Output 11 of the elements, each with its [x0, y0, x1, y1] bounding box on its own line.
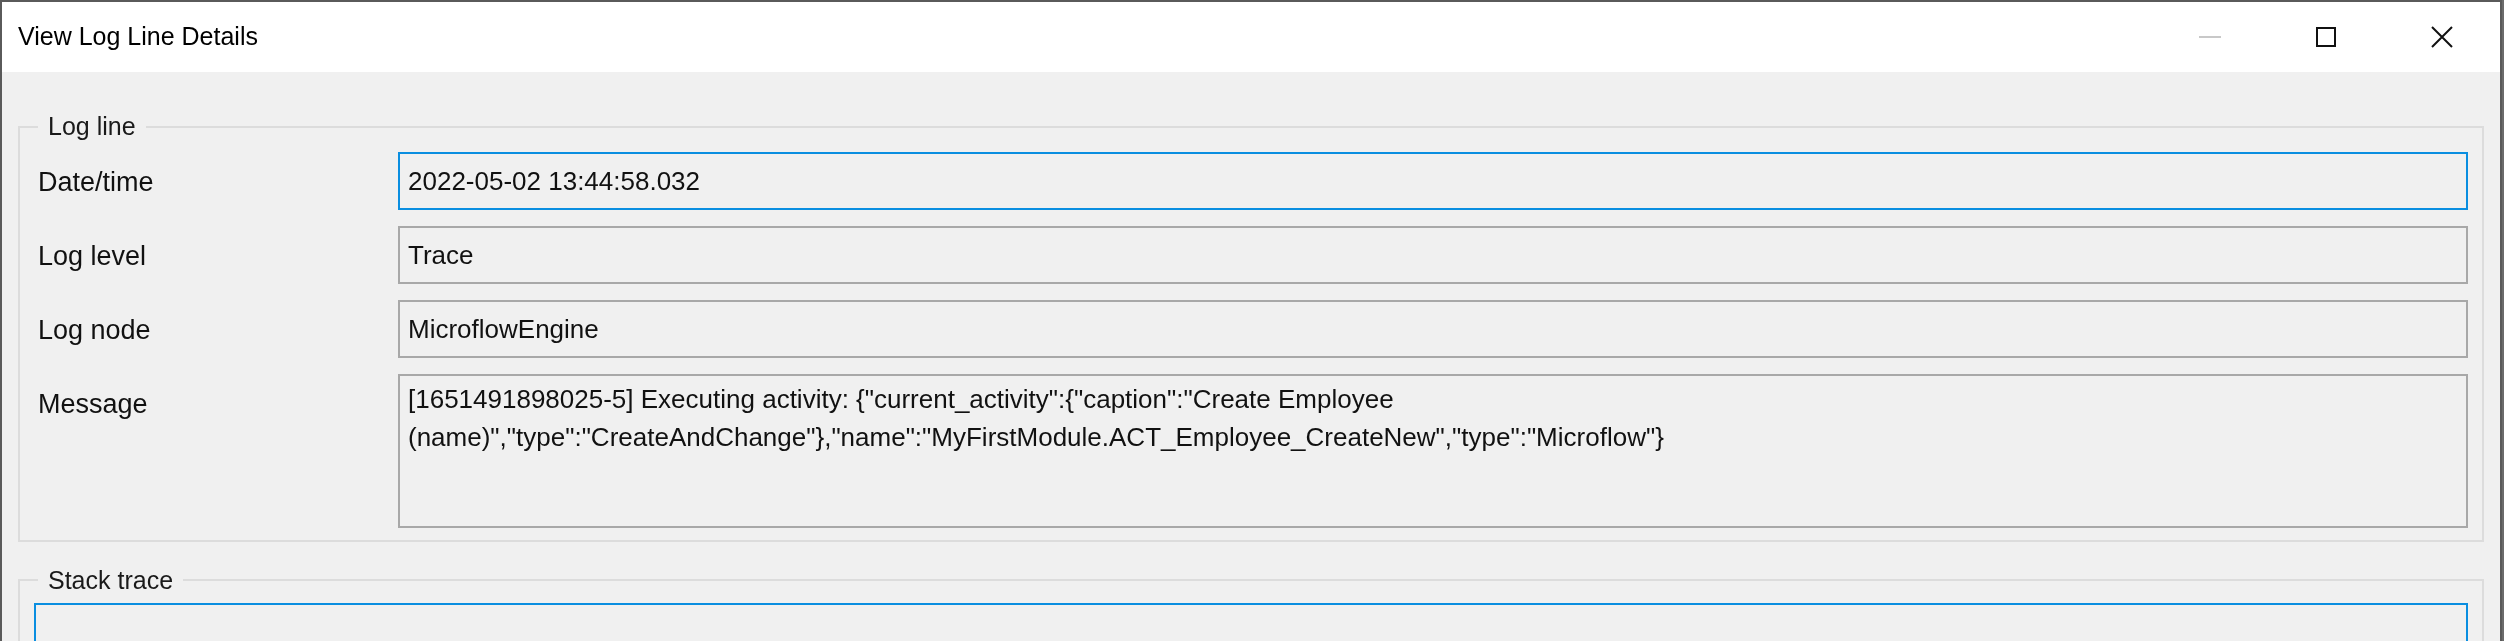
field-label: Log level — [37, 239, 148, 273]
text-field[interactable]: Trace — [398, 225, 2468, 284]
message-field[interactable]: [1651491898025-5] Executing activity: {"current_activity":{"caption":"Create Employee (name)","type":"CreateAndChange"},"name":"MyFirstModule.ACT_Employee_CreateNew","type":"Microflow"} — [398, 373, 2468, 528]
text-field[interactable]: MicroflowEngine — [398, 299, 2468, 358]
field-label: Date/time — [37, 165, 155, 199]
window-title: View Log Line Details — [18, 21, 258, 53]
field-label: Log node — [37, 313, 152, 347]
group-legend: Stack trace — [38, 561, 184, 599]
group-legend: Log line — [38, 108, 146, 146]
text-field[interactable]: 2022-05-02 13:44:58.032 — [398, 151, 2468, 210]
field-label: Message — [37, 387, 149, 421]
